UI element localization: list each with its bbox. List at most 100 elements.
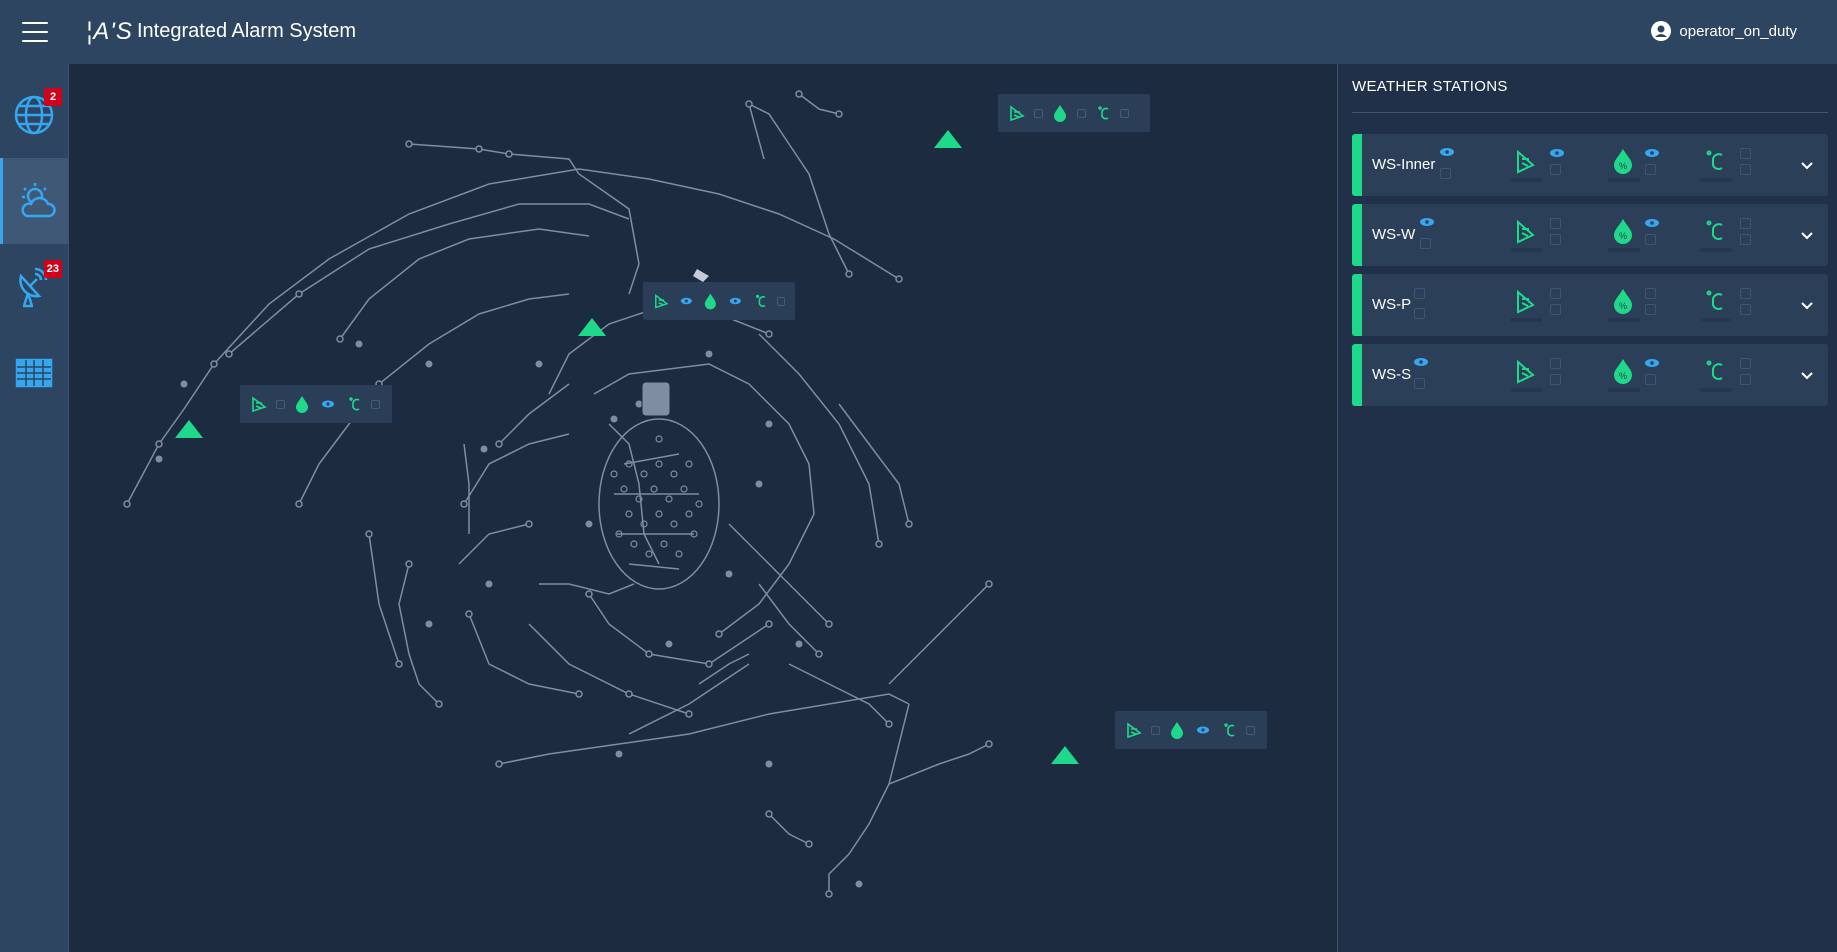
- humidity-icon: [1171, 722, 1183, 739]
- status-square-icon: [1550, 288, 1561, 299]
- station-name: WS-W: [1372, 226, 1416, 243]
- wind-icon: [1010, 105, 1025, 122]
- map-sensor-panel[interactable]: [1115, 711, 1267, 749]
- temperature-icon: [755, 294, 766, 307]
- temperature-icon[interactable]: [1704, 218, 1726, 244]
- station-row[interactable]: WS-P %: [1352, 274, 1828, 336]
- status-square-icon: [1550, 234, 1561, 245]
- svg-text:%: %: [1619, 231, 1627, 241]
- status-indicator: [1352, 134, 1362, 196]
- station-row[interactable]: WS-W %: [1352, 204, 1828, 266]
- account-circle-icon: [1651, 21, 1672, 41]
- station-marker-icon[interactable]: [934, 130, 962, 148]
- temperature-icon[interactable]: [1704, 358, 1726, 384]
- humidity-icon[interactable]: %: [1612, 358, 1634, 384]
- hamburger-menu-icon[interactable]: [22, 22, 48, 42]
- sidebar: 2 23: [0, 64, 69, 952]
- map-sensor-panel[interactable]: [643, 282, 795, 320]
- temperature-icon: [349, 397, 360, 411]
- status-square-icon: [1550, 358, 1561, 369]
- weather-cloud-icon: [20, 183, 56, 218]
- table-icon: [15, 358, 53, 388]
- status-square-icon: [1740, 358, 1751, 369]
- temperature-icon[interactable]: [1704, 148, 1726, 174]
- status-square-icon: [1645, 164, 1656, 175]
- wind-icon: [1127, 722, 1142, 739]
- wind-icon[interactable]: [1514, 358, 1536, 384]
- status-indicator: [1352, 204, 1362, 266]
- station-row[interactable]: WS-Inner %: [1352, 134, 1828, 196]
- station-marker-icon[interactable]: [1051, 746, 1079, 764]
- temperature-icon: [1098, 106, 1109, 120]
- map-sensor-panel[interactable]: [998, 94, 1150, 132]
- status-square-icon: [1740, 374, 1751, 385]
- humidity-icon[interactable]: %: [1612, 288, 1634, 314]
- eye-icon[interactable]: [1420, 217, 1434, 227]
- humidity-icon: [705, 293, 717, 310]
- wind-icon[interactable]: [1514, 148, 1536, 174]
- map-sensor-panel[interactable]: [240, 385, 392, 423]
- sidebar-item-table[interactable]: [0, 330, 68, 416]
- username: operator_on_duty: [1679, 22, 1797, 40]
- status-square-icon: [1440, 168, 1451, 179]
- humidity-icon[interactable]: %: [1612, 218, 1634, 244]
- chevron-down-icon[interactable]: [1800, 298, 1814, 312]
- sidebar-item-antennas[interactable]: 23: [0, 244, 68, 330]
- chevron-down-icon[interactable]: [1800, 158, 1814, 172]
- sensor-value-bar: [1510, 388, 1542, 392]
- weather-map[interactable]: [69, 64, 1337, 952]
- sidebar-item-weather[interactable]: [0, 158, 68, 244]
- eye-icon[interactable]: [1440, 147, 1454, 157]
- weather-stations-panel: WEATHER STATIONS WS-Inner % WS-W % WS-P …: [1337, 64, 1837, 952]
- alarm-count-badge: 23: [43, 260, 62, 278]
- eye-icon[interactable]: [1645, 218, 1659, 228]
- eye-icon: [1197, 726, 1209, 734]
- svg-text:%: %: [1619, 371, 1627, 381]
- humidity-icon[interactable]: %: [1612, 148, 1634, 174]
- status-square-icon: [1414, 308, 1425, 319]
- station-marker-icon[interactable]: [578, 318, 606, 336]
- user-menu[interactable]: operator_on_duty: [1651, 21, 1797, 41]
- antenna-layout-map: [123, 90, 993, 898]
- chevron-down-icon[interactable]: [1800, 228, 1814, 242]
- sidebar-item-overview[interactable]: 2: [0, 72, 68, 158]
- sensor-value-bar: [1510, 248, 1542, 252]
- temperature-icon[interactable]: [1704, 288, 1726, 314]
- status-indicator: [1352, 274, 1362, 336]
- sensor-value-bar: [1608, 388, 1640, 392]
- humidity-icon: [296, 396, 308, 413]
- eye-icon: [322, 400, 334, 408]
- panel-title: WEATHER STATIONS: [1352, 78, 1508, 95]
- svg-text:%: %: [1619, 301, 1627, 311]
- eye-icon[interactable]: [1645, 358, 1659, 368]
- status-square-icon: [1034, 108, 1043, 118]
- svg-text:%: %: [1619, 161, 1627, 171]
- eye-icon[interactable]: [1414, 357, 1428, 367]
- sensor-value-bar: [1700, 248, 1732, 252]
- sensor-value-bar: [1700, 388, 1732, 392]
- eye-icon[interactable]: [1550, 148, 1564, 158]
- status-square-icon: [1120, 108, 1129, 118]
- divider: [1352, 112, 1828, 113]
- station-row[interactable]: WS-S %: [1352, 344, 1828, 406]
- alarm-count-badge: 2: [44, 88, 62, 106]
- chevron-down-icon[interactable]: [1800, 368, 1814, 382]
- status-square-icon: [276, 399, 285, 409]
- eye-icon[interactable]: [1645, 148, 1659, 158]
- status-square-icon: [1414, 288, 1425, 299]
- status-square-icon: [1740, 234, 1751, 245]
- status-square-icon: [1420, 238, 1431, 249]
- temperature-icon: [1224, 723, 1235, 737]
- app-title: Integrated Alarm System: [137, 20, 356, 42]
- status-square-icon: [1550, 164, 1561, 175]
- wind-icon[interactable]: [1514, 288, 1536, 314]
- station-marker-icon[interactable]: [175, 420, 203, 438]
- sensor-value-bar: [1510, 178, 1542, 182]
- sensor-value-bar: [1510, 318, 1542, 322]
- status-indicator: [1352, 344, 1362, 406]
- status-square-icon: [371, 399, 380, 409]
- app-logo: ¦A'S: [86, 18, 133, 45]
- wind-icon[interactable]: [1514, 218, 1536, 244]
- status-square-icon: [1645, 374, 1656, 385]
- status-square-icon: [1645, 304, 1656, 315]
